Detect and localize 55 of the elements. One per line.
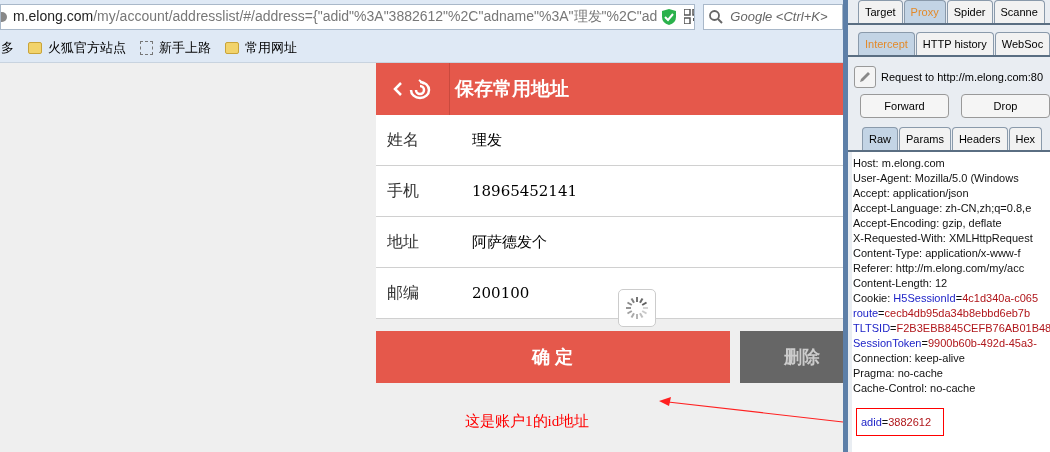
pencil-icon[interactable] xyxy=(854,66,876,88)
header-line: X-Requested-With: XMLHttpRequest xyxy=(853,231,1033,246)
page-title: 保存常用地址 xyxy=(453,76,569,101)
header-line: Accept-Encoding: gzip, deflate xyxy=(853,216,1002,231)
header-line: Content-Length: 12 xyxy=(853,276,948,291)
tab[interactable]: HTTP history xyxy=(915,32,994,55)
field-label: 姓名 xyxy=(386,130,420,150)
header-line: Cookie: H5SessionId=4c1d340a-c065 xyxy=(853,291,1038,306)
header-line: Accept-Language: zh-CN,zh;q=0.8,e xyxy=(853,201,1032,216)
header-line: route=cecb4db95da34b8ebbd6eb7b xyxy=(853,306,1031,321)
drop-button[interactable]: Drop xyxy=(961,94,1050,118)
tab[interactable]: Hex xyxy=(1008,127,1043,150)
tab[interactable]: Spider xyxy=(946,0,993,23)
tab[interactable]: Params xyxy=(899,127,951,150)
bookmark-link[interactable]: 常用网址 xyxy=(245,37,297,58)
bookmark-link[interactable]: 新手上路 xyxy=(159,37,211,58)
folder-icon xyxy=(225,41,239,54)
field-label: 手机 xyxy=(386,181,420,201)
shield-icon xyxy=(661,7,678,26)
search-field[interactable]: Google <Ctrl+K> xyxy=(703,3,843,30)
field-label: 地址 xyxy=(386,232,420,252)
field-value: 200100 xyxy=(472,282,530,304)
header-line: Cache-Control: no-cache xyxy=(853,381,976,396)
request-body-line: adid=3882612 xyxy=(861,414,932,430)
bookmark-link[interactable]: 火狐官方站点 xyxy=(48,37,126,58)
folder-icon xyxy=(28,41,42,54)
tab[interactable]: WebSoc xyxy=(994,32,1050,55)
tab[interactable]: Scanne xyxy=(993,0,1045,23)
tab[interactable]: Raw xyxy=(862,127,898,150)
confirm-button[interactable]: 确 定 xyxy=(376,331,730,383)
field-value: 18965452141 xyxy=(472,180,577,202)
header-line: TLTSID=F2B3EBB845CEFB76AB01B48 xyxy=(853,321,1050,336)
bookmark-link[interactable]: 多 xyxy=(1,37,14,58)
request-target-text: Request to http://m.elong.com:80 xyxy=(881,69,1044,85)
delete-button[interactable]: 删除 xyxy=(740,331,843,383)
tab[interactable]: Headers xyxy=(951,127,1008,150)
address-bar[interactable]: m.elong.com/my/account/addresslist/#/address={"adid"%3A"3882612"%2C"adname"%3A"理发"%2C"ad xyxy=(0,3,696,30)
header-line: User-Agent: Mozilla/5.0 (Windows xyxy=(853,171,1019,186)
header-line: Referer: http://m.elong.com/my/acc xyxy=(853,261,1025,276)
header-line: Connection: keep-alive xyxy=(853,351,965,366)
header-line: Host: m.elong.com xyxy=(853,156,945,171)
field-value: 阿萨德发个 xyxy=(472,231,547,253)
tab[interactable]: Target xyxy=(858,0,903,23)
qr-code-icon[interactable] xyxy=(684,9,695,24)
header-line: SessionToken=9900b60b-492d-45a3- xyxy=(853,336,1037,351)
blank-page-icon xyxy=(140,40,153,55)
field-label: 邮编 xyxy=(386,283,420,303)
url-text: m.elong.com/my/account/addresslist/#/address={"adid"%3A"3882612"%2C"adname"%3A"理发"%2C"ad xyxy=(13,7,658,26)
header-line: Content-Type: application/x-www-f xyxy=(853,246,1021,261)
header-line: Accept: application/json xyxy=(853,186,969,201)
forward-button[interactable]: Forward xyxy=(860,94,949,118)
header-line: Pragma: no-cache xyxy=(853,366,943,381)
field-value: 理发 xyxy=(472,129,502,151)
annotation-text: 这是账户1的id地址 xyxy=(465,413,590,429)
request-editor[interactable] xyxy=(852,152,1050,452)
